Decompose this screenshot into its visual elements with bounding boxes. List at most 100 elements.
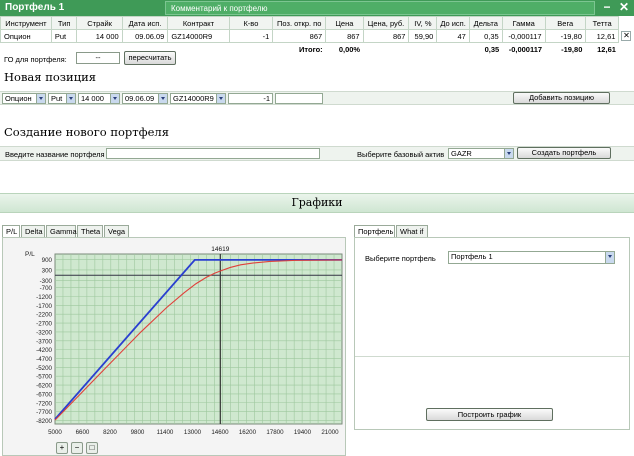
cell-instrument[interactable]: Опцион [0,29,52,43]
build-chart-button[interactable]: Построить график [426,408,553,421]
charts-banner: Графики [0,193,634,213]
price-marker-label: 14619 [211,246,229,253]
total-price: 0,00% [338,44,361,54]
strike-select[interactable]: 14 000 [78,93,120,104]
table-header-row: Инструмент Тип Страйк Дата исп. Контракт… [0,16,634,30]
total-theta: 12,61 [597,44,616,54]
contract-select[interactable]: GZ14000R9 [170,93,226,104]
zoom-reset-icon[interactable]: □ [86,442,98,454]
y-tick-label: -300 [40,278,53,285]
zoom-out-icon[interactable]: − [71,442,83,454]
cell-iv: 59,90 [408,29,438,43]
cell-date[interactable]: 09.06.09 [121,29,169,43]
col-header[interactable]: Инструмент [0,16,52,30]
total-gamma: -0,000117 [508,44,543,54]
col-header[interactable]: Цена [325,16,364,30]
minimize-icon[interactable]: − [600,1,614,15]
y-tick-label: -3700 [36,338,52,345]
header-spacer [619,17,634,30]
new-position-row: Опцион Put 14 000 09.06.09 GZ14000R9 -1 … [0,91,634,105]
chevron-down-icon[interactable] [216,94,225,103]
col-header[interactable]: Дельта [468,16,503,30]
recalculate-button[interactable]: пересчитать [124,51,176,65]
tab-delta[interactable]: Delta [21,225,45,237]
col-header[interactable]: Дата исп. [121,16,169,30]
instrument-select[interactable]: Опцион [2,93,46,104]
col-header[interactable]: Поз. откр. по [272,16,327,30]
chevron-down-icon[interactable] [605,252,614,263]
portfolio-name-input[interactable] [106,148,320,159]
go-label: ГО для портфеля: [4,55,67,64]
price-input[interactable] [275,93,323,104]
y-tick-label: -2200 [36,312,52,319]
cell-gamma: -0,000117 [501,29,546,43]
col-header[interactable]: Тетта [584,16,620,30]
tab-vega[interactable]: Vega [104,225,129,237]
col-header[interactable]: Гамма [501,16,546,30]
col-header[interactable]: IV, % [408,16,438,30]
type-select[interactable]: Put [48,93,76,104]
pl-chart[interactable]: 900 300 -300-700 -1200 -1700 -2200 -2700-3200 -… [3,238,347,442]
table-row[interactable]: Опцион Put 14 000 09.06.09 GZ14000R9 -1 … [0,29,634,43]
cell-type[interactable]: Put [50,29,78,43]
chevron-down-icon[interactable] [504,149,513,158]
chevron-down-icon[interactable] [66,94,75,103]
col-header[interactable]: Вега [544,16,586,30]
zoom-in-icon[interactable]: + [56,442,68,454]
total-vega: -19,80 [561,44,583,54]
x-tick-label: 16200 [239,429,257,436]
x-tick-label: 8200 [103,429,117,436]
x-tick-label: 9800 [131,429,145,436]
tab-what-if[interactable]: What if [396,225,428,237]
cell-delta: 0,35 [468,29,503,43]
y-tick-label: -6200 [36,383,52,390]
remove-row-icon[interactable]: ✕ [621,31,632,41]
y-tick-label: -2700 [36,321,52,328]
cell-days: 47 [436,29,470,43]
portfolio-comment-input[interactable]: Комментарий к портфелю [165,1,595,15]
portfolio-select[interactable]: Портфель 1 [448,251,615,264]
col-header[interactable]: К-во [228,16,274,30]
cell-theta: 12,61 [584,29,620,43]
cell-vega: -19,80 [544,29,586,43]
y-tick-label: -6700 [36,391,52,398]
qty-input[interactable]: -1 [228,93,273,104]
col-header[interactable]: До исп. [436,16,470,30]
y-tick-label: 300 [42,267,53,274]
col-header[interactable]: Тип [50,16,78,30]
col-header[interactable]: Цена, руб. [362,16,410,30]
y-tick-label: -7200 [36,400,52,407]
tab-gamma[interactable]: Gamma [46,225,77,237]
y-tick-label: -5700 [36,374,52,381]
total-delta: 0,35 [484,44,500,54]
cell-strike[interactable]: 14 000 [76,29,123,43]
positions-table: Инструмент Тип Страйк Дата исп. Контракт… [0,16,634,56]
cell-contract[interactable]: GZ14000R9 [167,29,230,43]
close-icon[interactable]: ✕ [617,1,631,15]
go-value-field: -- [76,52,120,64]
x-tick-label: 19400 [294,429,312,436]
portfolio-title: Портфель 1 [5,2,65,13]
chevron-down-icon[interactable] [36,94,45,103]
chevron-down-icon[interactable] [110,94,119,103]
pl-chart-panel: 900 300 -300 -700 -1200 -1700 -2200 -2700 -3200 -… [2,237,346,456]
y-tick-label: -4200 [36,347,52,354]
panel-divider [355,356,629,357]
col-header[interactable]: Страйк [76,16,123,30]
col-header[interactable]: Контракт [167,16,230,30]
cell-open-price[interactable]: 867 [272,29,327,43]
add-position-button[interactable]: Добавить позицию [513,92,610,104]
x-tick-label: 11400 [157,429,174,436]
x-tick-label: 17800 [266,429,284,436]
new-position-title: Новая позиция [4,70,97,84]
base-asset-select[interactable]: GAZR [448,148,514,159]
x-tick-label: 21000 [321,429,339,436]
y-axis-label: P/L [25,251,35,258]
y-tick-label: -3200 [36,329,52,336]
date-select[interactable]: 09.06.09 [122,93,168,104]
create-portfolio-button[interactable]: Создать портфель [517,147,611,159]
window-titlebar: Портфель 1 Комментарий к портфелю − ✕ [0,0,634,16]
chevron-down-icon[interactable] [158,94,167,103]
cell-qty[interactable]: -1 [228,29,274,43]
tab-theta[interactable]: Theta [77,225,103,237]
